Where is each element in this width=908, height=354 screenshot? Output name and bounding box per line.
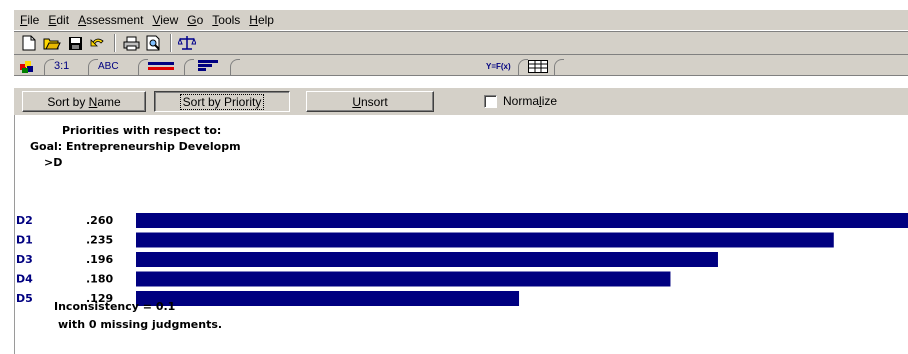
value-label-d2: .260 <box>86 214 113 227</box>
model-view-icon <box>20 61 33 73</box>
priorities-pane: Priorities with respect to: Goal: Entrep… <box>14 118 908 354</box>
toolbar <box>14 31 908 55</box>
sort-by-priority-button[interactable]: Sort by Priority <box>154 91 290 112</box>
priorities-bars-icon <box>198 60 218 71</box>
tab-grid[interactable] <box>528 57 548 75</box>
unsort-label: Unsort <box>352 94 388 109</box>
tab-verbal-label: ABC <box>98 60 119 72</box>
menu-go[interactable]: Go <box>187 13 203 27</box>
tab-verbal[interactable]: ABC <box>98 57 119 75</box>
tab-edge <box>518 59 528 75</box>
missing-judgments-label: with 0 missing judgments. <box>58 318 223 331</box>
inconsistency-label: Inconsistency = 0.1 <box>54 300 176 313</box>
tab-edge <box>554 59 564 75</box>
save-disk-icon[interactable] <box>64 33 86 53</box>
bar-d4 <box>136 271 671 287</box>
new-document-icon[interactable] <box>18 33 40 53</box>
category-label-d2: D2 <box>16 214 33 227</box>
bar-d5 <box>136 291 520 306</box>
sort-toolbar: Sort by Name Sort by Priority Unsort Nor… <box>14 87 908 115</box>
print-icon[interactable] <box>120 33 142 53</box>
toolbar-separator <box>170 34 172 52</box>
print-preview-icon[interactable] <box>143 33 165 53</box>
view-tabstrip: 3:1 ABC Y=F(x) <box>14 55 908 76</box>
menu-view[interactable]: View <box>152 13 178 27</box>
value-label-d4: .180 <box>86 273 113 286</box>
tab-numerical[interactable]: 3:1 <box>54 57 69 75</box>
unsort-button[interactable]: Unsort <box>306 91 434 112</box>
tab-edge <box>44 59 54 75</box>
tab-graphical[interactable] <box>148 57 174 75</box>
menu-edit[interactable]: Edit <box>48 13 69 27</box>
normalize-checkbox[interactable] <box>484 94 497 108</box>
normalize-label: Normalize <box>503 94 558 108</box>
menu-help[interactable]: Help <box>249 13 274 27</box>
category-label-d3: D3 <box>16 253 33 266</box>
tab-priorities[interactable] <box>198 57 218 75</box>
value-label-d3: .196 <box>86 253 113 266</box>
bar-d2 <box>136 213 908 228</box>
sort-by-priority-label: Sort by Priority <box>179 93 265 110</box>
sort-by-name-button[interactable]: Sort by Name <box>22 91 146 112</box>
menu-tools[interactable]: Tools <box>212 13 240 27</box>
bar-d1 <box>136 232 834 248</box>
menu-bar: File Edit Assessment View Go Tools Help <box>14 10 908 31</box>
tab-model[interactable] <box>18 57 36 75</box>
undo-icon[interactable] <box>87 33 109 53</box>
tab-edge <box>88 59 98 75</box>
sort-by-name-label: Sort by Name <box>47 94 121 109</box>
tab-edge <box>230 59 240 75</box>
category-label-d5: D5 <box>16 292 33 305</box>
tab-formula[interactable]: Y=F(x) <box>486 57 511 75</box>
menu-assessment[interactable]: Assessment <box>78 13 143 27</box>
value-label-d1: .235 <box>86 234 113 247</box>
category-label-d1: D1 <box>16 234 33 247</box>
graphical-comparison-icon <box>148 62 174 70</box>
grid-table-icon <box>528 59 548 73</box>
balance-scale-icon[interactable] <box>176 33 198 53</box>
tab-edge <box>184 59 194 75</box>
normalize-option[interactable]: Normalize <box>484 94 557 108</box>
toolbar-separator <box>114 34 116 52</box>
menu-file[interactable]: File <box>20 13 39 27</box>
bar-d3 <box>136 252 718 267</box>
category-label-d4: D4 <box>16 273 33 286</box>
tab-edge <box>138 59 148 75</box>
app-chrome: File Edit Assessment View Go Tools Help <box>14 10 908 76</box>
open-folder-icon[interactable] <box>41 33 63 53</box>
